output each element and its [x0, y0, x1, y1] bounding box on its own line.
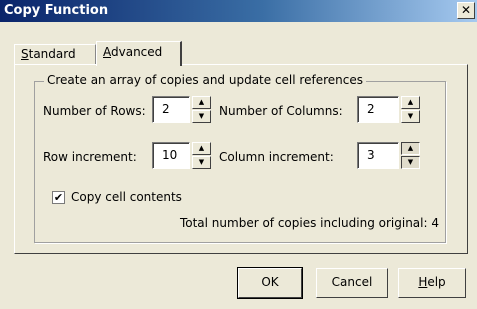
groupbox-title: Create an array of copies and update cel…	[44, 73, 366, 87]
checkmark-icon: ✔	[53, 191, 64, 204]
column-increment-up-button[interactable]: ▲	[401, 142, 420, 155]
column-increment-down-button[interactable]: ▼	[401, 156, 420, 169]
help-button-label: elp	[427, 275, 446, 289]
cancel-button[interactable]: Cancel	[316, 268, 388, 298]
total-copies-summary: Total number of copies including origina…	[179, 216, 439, 230]
help-button[interactable]: Help	[398, 268, 466, 298]
rows-stepper[interactable]: ▲ ▼	[192, 96, 211, 123]
rows-value: 2	[162, 102, 170, 116]
rows-label: Number of Rows:	[43, 104, 146, 118]
dialog-title: Copy Function	[4, 3, 109, 18]
column-increment-label: Column increment:	[219, 150, 334, 164]
tab-advanced-label: dvanced	[111, 45, 163, 59]
rows-input[interactable]: 2	[152, 96, 190, 123]
row-increment-input[interactable]: 10	[152, 142, 190, 169]
array-copies-groupbox: Create an array of copies and update cel…	[34, 73, 446, 243]
cancel-button-label: Cancel	[331, 275, 373, 289]
tab-standard-mnemonic: S	[21, 47, 29, 61]
chevron-down-icon: ▼	[407, 158, 414, 166]
columns-label: Number of Columns:	[219, 104, 343, 118]
chevron-up-icon: ▲	[407, 144, 414, 152]
column-increment-value: 3	[367, 148, 375, 162]
rows-down-button[interactable]: ▼	[192, 110, 211, 123]
copy-function-dialog: Copy Function ✕ Standard Advanced Create…	[0, 0, 477, 309]
row-increment-up-button[interactable]: ▲	[192, 142, 211, 155]
columns-up-button[interactable]: ▲	[401, 96, 420, 109]
rows-up-button[interactable]: ▲	[192, 96, 211, 109]
columns-input[interactable]: 2	[357, 96, 399, 123]
columns-value: 2	[367, 102, 375, 116]
tab-standard-label: tandard	[28, 47, 76, 61]
column-increment-stepper[interactable]: ▲ ▼	[401, 142, 420, 169]
copy-cell-contents-label[interactable]: Copy cell contents	[71, 190, 182, 204]
columns-down-button[interactable]: ▼	[401, 110, 420, 123]
chevron-up-icon: ▲	[407, 98, 414, 106]
tab-advanced[interactable]: Advanced	[96, 41, 182, 66]
chevron-down-icon: ▼	[198, 112, 205, 120]
row-increment-stepper[interactable]: ▲ ▼	[192, 142, 211, 169]
tab-standard[interactable]: Standard	[14, 44, 96, 65]
row-increment-label: Row increment:	[43, 150, 137, 164]
column-increment-input[interactable]: 3	[357, 142, 399, 169]
close-button[interactable]: ✕	[457, 2, 475, 19]
close-icon: ✕	[460, 3, 472, 17]
advanced-tab-panel: Create an array of copies and update cel…	[14, 64, 468, 254]
ok-button-label: OK	[261, 275, 279, 289]
chevron-up-icon: ▲	[198, 144, 205, 152]
copy-cell-contents-checkbox[interactable]: ✔	[52, 191, 65, 204]
row-increment-value: 10	[162, 148, 178, 162]
row-increment-down-button[interactable]: ▼	[192, 156, 211, 169]
tab-advanced-mnemonic: A	[103, 45, 111, 59]
help-mnemonic: H	[418, 275, 428, 289]
ok-button[interactable]: OK	[237, 267, 303, 299]
title-bar[interactable]: Copy Function ✕	[0, 0, 477, 22]
chevron-down-icon: ▼	[407, 112, 414, 120]
chevron-down-icon: ▼	[198, 158, 205, 166]
columns-stepper[interactable]: ▲ ▼	[401, 96, 420, 123]
chevron-up-icon: ▲	[198, 98, 205, 106]
